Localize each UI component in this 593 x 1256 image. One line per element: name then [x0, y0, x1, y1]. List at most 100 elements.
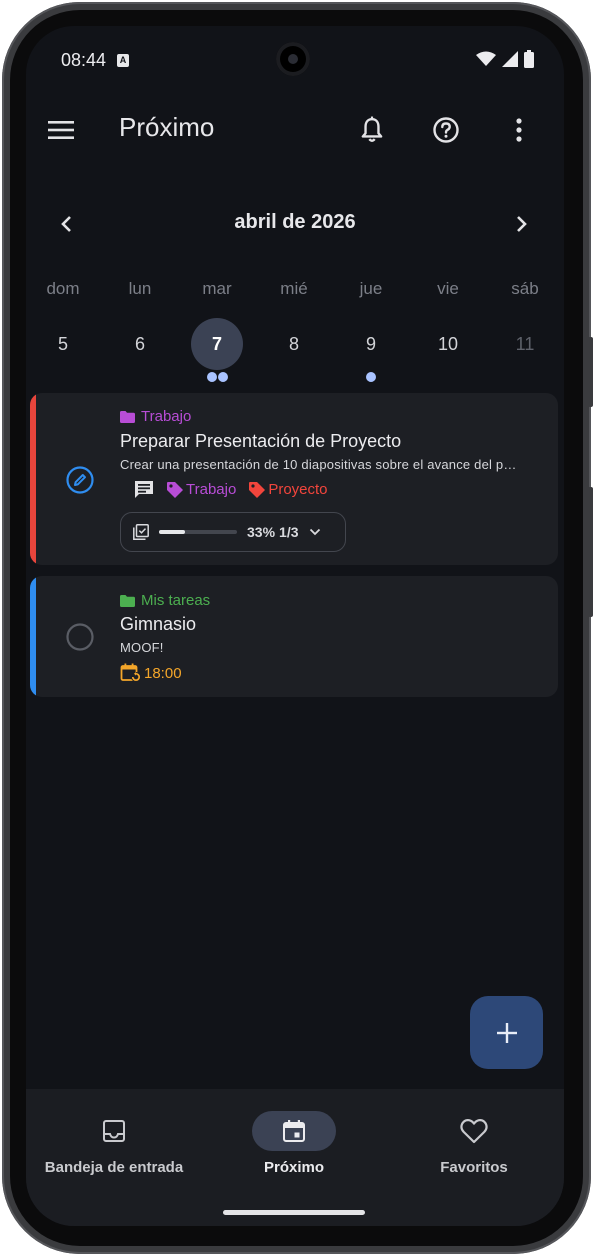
status-time: 08:44 [61, 50, 107, 70]
task-complete-checkbox[interactable] [66, 623, 94, 651]
subtasks-toggle[interactable]: 33% 1/3 [120, 512, 346, 552]
task-card[interactable]: Trabajo Preparar Presentación de Proyect… [30, 393, 558, 565]
inbox-icon [103, 1120, 125, 1142]
day-cell[interactable]: sáb 11 [497, 276, 553, 370]
folder-icon [120, 594, 135, 607]
signal-icon [502, 51, 518, 67]
heart-icon [460, 1118, 488, 1144]
day-number: 11 [515, 334, 535, 354]
home-indicator[interactable] [223, 1210, 365, 1215]
nav-pill [72, 1111, 156, 1151]
subtask-count: 1/3 [279, 524, 299, 540]
calendar-icon [283, 1120, 305, 1142]
status-a-icon: A [117, 54, 129, 67]
day-cell[interactable]: lun 6 [112, 276, 168, 370]
help-button[interactable] [426, 110, 466, 150]
event-dots [343, 372, 399, 382]
help-icon [433, 117, 459, 143]
nav-label: Bandeja de entrada [44, 1159, 184, 1176]
day-name: sáb [511, 279, 539, 298]
day-name: vie [437, 279, 459, 298]
task-title: Gimnasio [120, 614, 197, 634]
power-button [588, 487, 593, 617]
day-cell[interactable]: vie 10 [420, 276, 476, 370]
bottom-navigation: Bandeja de entrada Próximo Favoritos [26, 1089, 564, 1226]
event-dots [189, 372, 245, 382]
day-number: 5 [57, 334, 68, 354]
day-name: lun [128, 279, 152, 298]
task-due-time: 18:00 [120, 663, 182, 683]
nav-item-upcoming[interactable]: Próximo [215, 1111, 373, 1176]
notifications-button[interactable] [352, 110, 392, 150]
tag-chip[interactable]: Trabajo [166, 481, 236, 499]
priority-accent [30, 393, 36, 565]
circle-unchecked-icon [66, 623, 94, 651]
wifi-icon [476, 51, 496, 66]
more-options-button[interactable] [499, 110, 539, 150]
nav-label: Próximo [263, 1159, 324, 1176]
menu-icon [48, 121, 74, 139]
next-month-button[interactable] [502, 204, 542, 244]
page-title: Próximo [119, 112, 215, 142]
day-cell[interactable]: jue 9 [343, 276, 399, 382]
month-label: abril de 2026 [234, 211, 356, 233]
task-description: Crear una presentación de 10 diapositiva… [120, 457, 520, 472]
tag-chip[interactable]: Proyecto [248, 481, 328, 499]
day-cell[interactable]: mié 8 [266, 276, 322, 370]
add-task-button[interactable] [470, 996, 543, 1069]
priority-accent [30, 576, 36, 697]
tag-icon [167, 481, 183, 498]
folder-icon [120, 410, 135, 423]
day-name: dom [46, 279, 80, 298]
battery-icon [524, 50, 534, 68]
task-status-button[interactable] [66, 466, 94, 494]
day-number: 9 [365, 334, 376, 354]
event-dot [217, 372, 228, 382]
task-title: Preparar Presentación de Proyecto [120, 431, 402, 451]
task-project: Mis tareas [120, 592, 210, 609]
chevron-right-icon [517, 216, 527, 232]
subtask-percent: 33% [247, 524, 276, 540]
subtask-progress-bar [159, 530, 237, 534]
tag-label: Trabajo [186, 481, 237, 498]
bell-icon [361, 116, 383, 142]
day-name: mar [202, 279, 232, 298]
project-name: Trabajo [141, 408, 192, 425]
nav-item-favorites[interactable]: Favoritos [395, 1111, 553, 1176]
task-project: Trabajo [120, 408, 191, 425]
nav-label: Favoritos [440, 1159, 508, 1176]
plus-icon [496, 1022, 517, 1043]
event-dot [366, 372, 376, 382]
status-bar: 08:44 A [26, 26, 564, 92]
comment-icon [135, 481, 153, 498]
more-vert-icon [516, 118, 522, 142]
chevron-down-icon [309, 528, 320, 536]
volume-button [588, 337, 593, 407]
front-camera [276, 42, 310, 76]
calendar-repeat-icon [120, 663, 141, 682]
day-number: 7 [191, 318, 243, 370]
day-number: 8 [288, 334, 299, 354]
event-dot [206, 372, 217, 382]
subtask-progress-fill [159, 530, 185, 534]
day-cell-selected[interactable]: mar 7 [189, 276, 245, 382]
edit-circle-icon [66, 466, 94, 494]
app-bar: Próximo [26, 106, 564, 154]
menu-button[interactable] [41, 110, 81, 150]
day-number: 10 [437, 334, 459, 354]
day-cell[interactable]: dom 5 [35, 276, 91, 370]
status-icons [476, 50, 534, 68]
app-screen: 08:44 A Próximo abril de 2026 dom 5 lun … [26, 26, 564, 1226]
day-name: jue [359, 279, 383, 298]
task-meta: Trabajo Proyecto [134, 480, 328, 499]
nav-pill [252, 1111, 336, 1151]
day-name: mié [280, 279, 308, 298]
task-description: MOOF! [120, 640, 164, 655]
due-time-label: 18:00 [144, 664, 182, 682]
nav-item-inbox[interactable]: Bandeja de entrada [35, 1111, 193, 1176]
day-number: 6 [134, 334, 145, 354]
task-card[interactable]: Mis tareas Gimnasio MOOF! 18:00 [30, 576, 558, 697]
checklist-icon [133, 524, 149, 540]
tag-icon [249, 481, 266, 498]
tag-label: Proyecto [268, 481, 328, 498]
